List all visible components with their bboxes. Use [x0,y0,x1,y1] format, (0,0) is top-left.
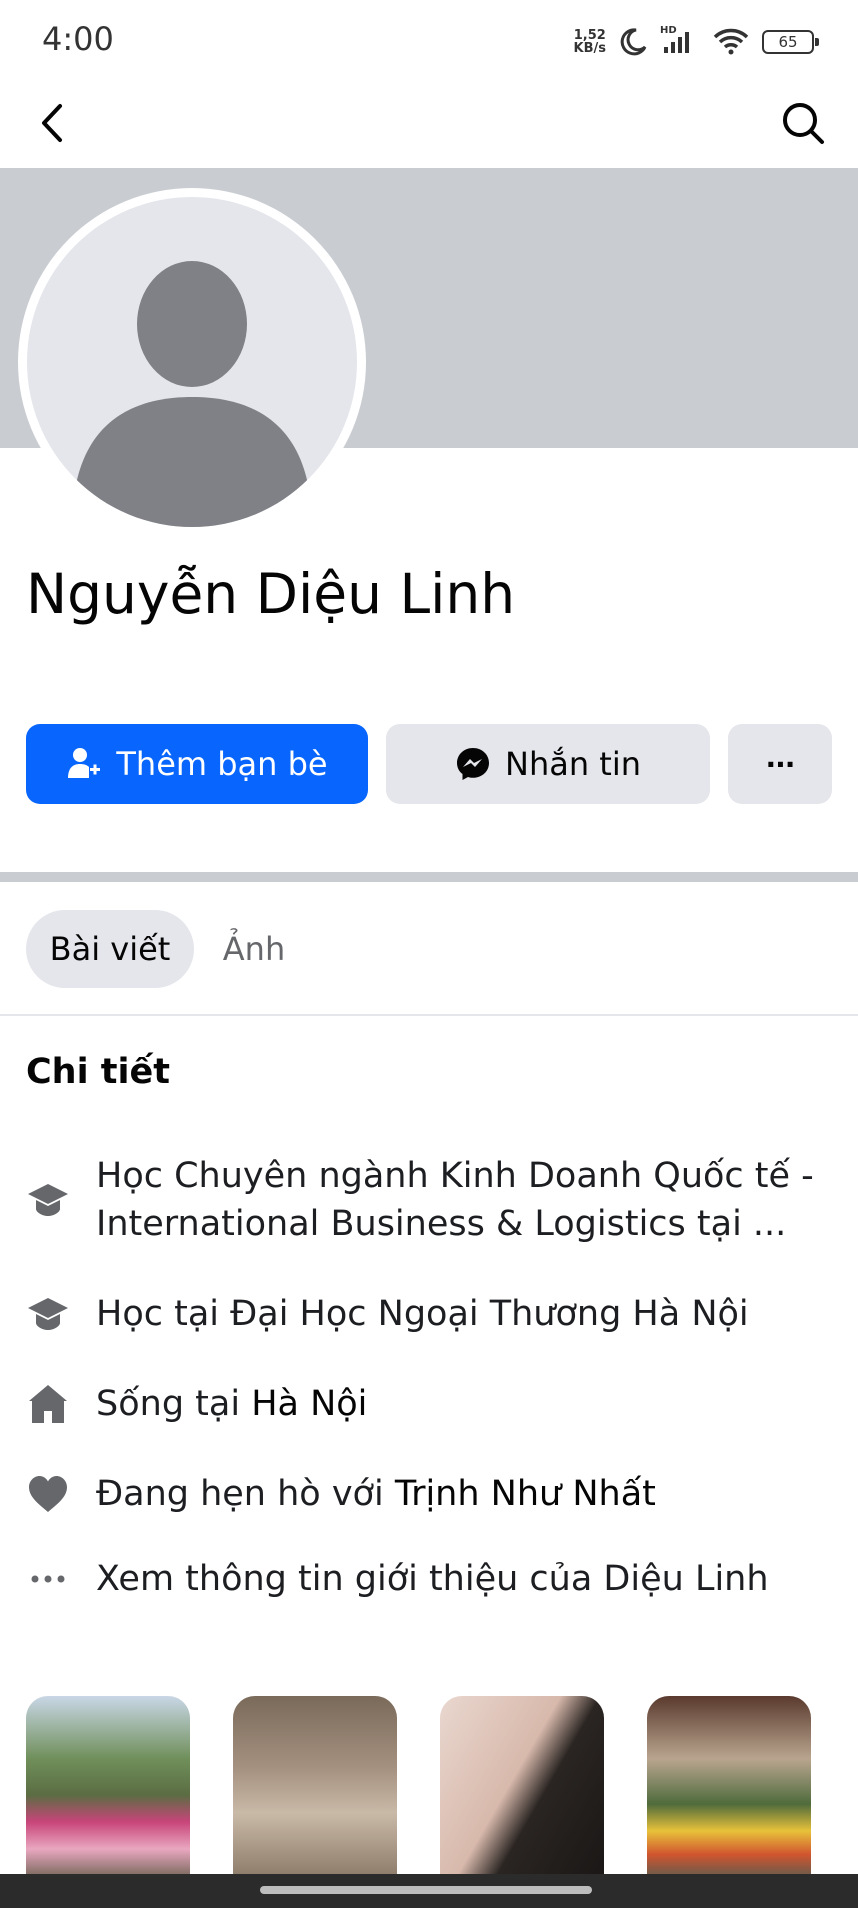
top-nav [0,80,858,168]
photo-thumbnail[interactable] [233,1696,397,1876]
detail-text: Sống tại Hà Nội [96,1384,368,1424]
home-gesture-handle[interactable] [260,1886,592,1894]
default-avatar-icon [27,197,357,527]
tab-photos[interactable]: Ảnh [206,910,302,988]
battery-indicator: 65 [762,30,819,54]
add-friend-button[interactable]: Thêm bạn bè [26,724,368,804]
detail-link-partner[interactable]: Trịnh Như Nhất [395,1474,656,1514]
more-options-button[interactable]: ··· [728,724,832,804]
detail-text: Học tại Đại Học Ngoại Thương Hà Nội [96,1294,749,1334]
graduation-cap-icon [28,1298,68,1330]
search-button[interactable] [778,98,828,148]
divider [0,1014,858,1016]
status-time: 4:00 [42,20,114,58]
tab-posts[interactable]: Bài viết [26,910,194,988]
detail-text: Học Chuyên ngành Kinh Doanh Quốc tế - In… [96,1156,814,1244]
photo-thumbnail[interactable] [440,1696,604,1876]
back-button[interactable] [30,98,80,148]
detail-link-city[interactable]: Hà Nội [251,1384,367,1424]
status-icons: 1,52 KB/s HD 65 [573,22,819,62]
status-bar: 4:00 1,52 KB/s HD 65 [0,0,858,80]
more-dots-icon: ··· [765,747,796,781]
wifi-icon [713,28,749,55]
details-title: Chi tiết [26,1052,170,1092]
more-dots-icon [31,1575,65,1583]
signal-icon: HD [660,25,700,57]
message-label: Nhắn tin [505,745,641,783]
photo-thumbnail[interactable] [647,1696,811,1876]
add-friend-icon [68,748,101,778]
system-nav-bar [0,1874,858,1908]
message-button[interactable]: Nhắn tin [386,724,710,804]
home-icon [29,1385,67,1423]
heart-icon [29,1476,67,1512]
messenger-icon [457,748,489,780]
search-icon [783,103,824,144]
section-divider [0,872,858,882]
detail-text: Đang hẹn hò với Trịnh Như Nhất [96,1474,656,1514]
avatar[interactable] [18,188,366,536]
graduation-cap-icon [28,1184,68,1216]
add-friend-label: Thêm bạn bè [116,745,328,783]
detail-text: Xem thông tin giới thiệu của Diệu Linh [96,1559,769,1599]
photo-thumbnail[interactable] [26,1696,190,1876]
chevron-left-icon [42,104,62,142]
profile-name: Nguyễn Diệu Linh [26,562,516,626]
network-speed: 1,52 KB/s [573,28,606,56]
moon-icon [620,28,647,56]
